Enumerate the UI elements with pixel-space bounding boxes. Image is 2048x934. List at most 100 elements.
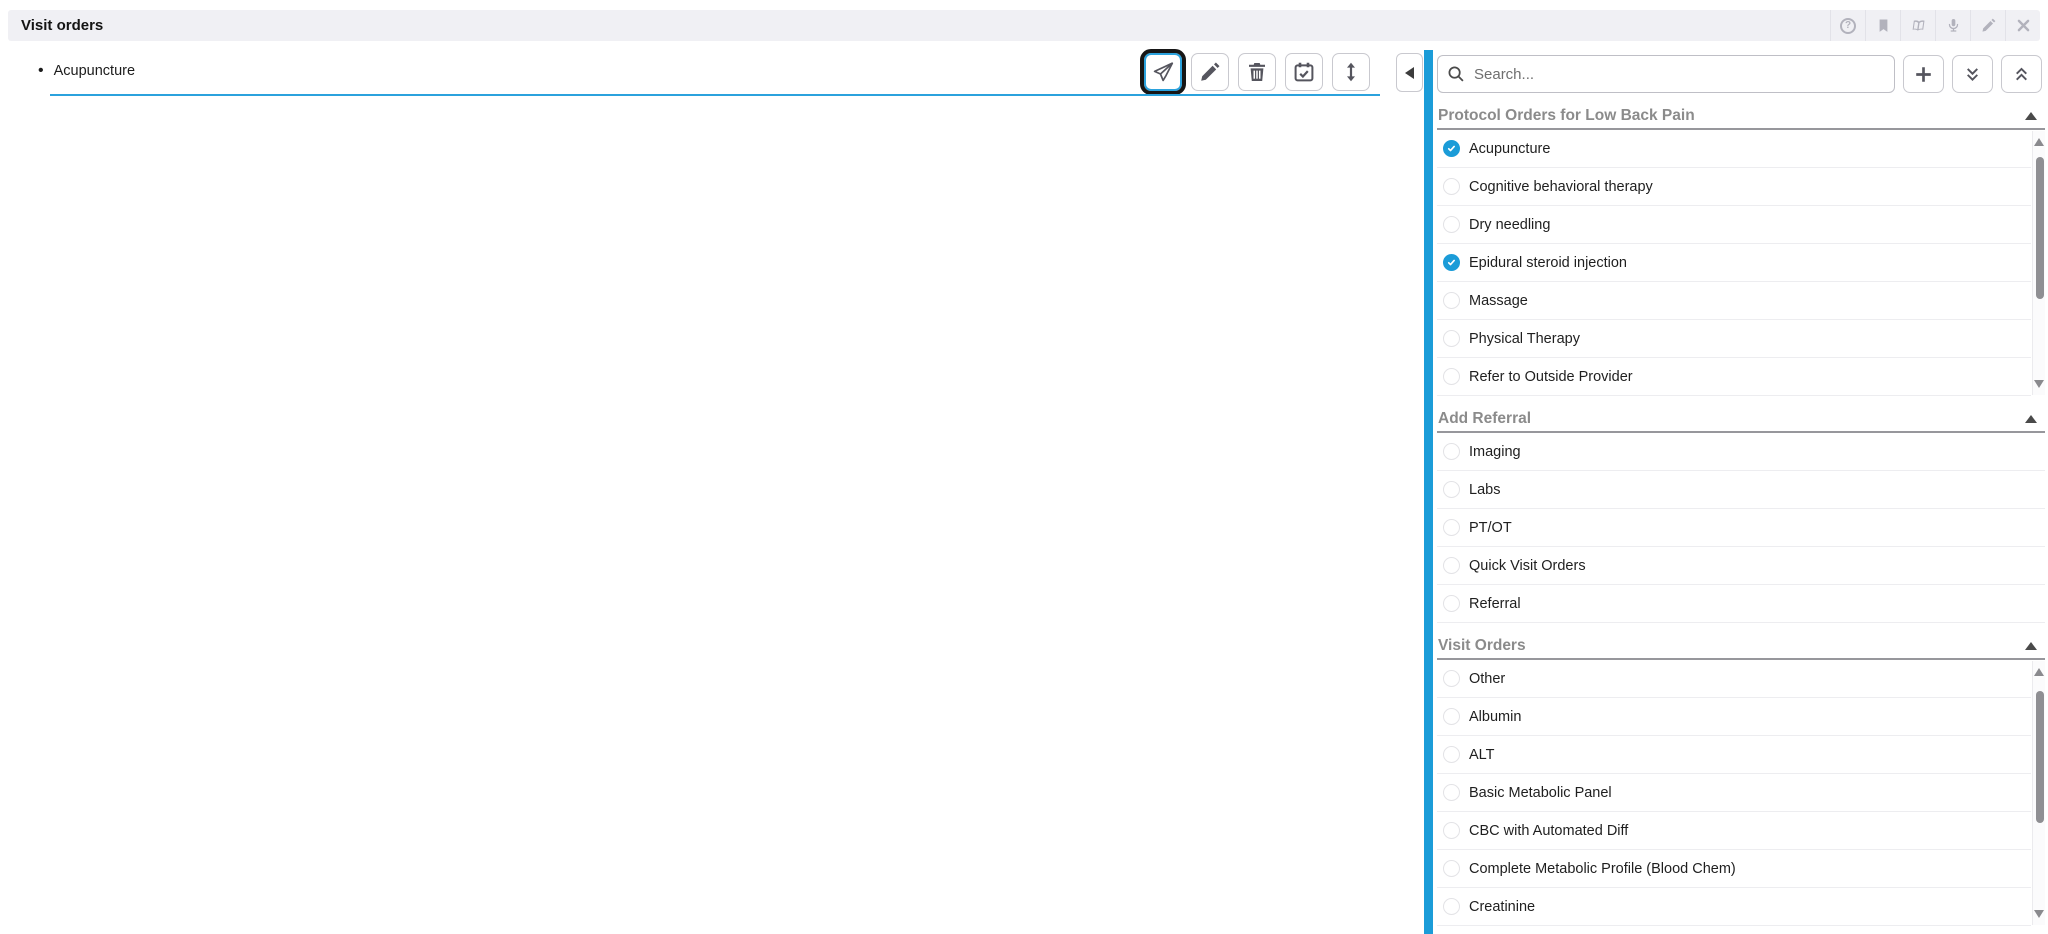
- checkbox-unchecked-icon[interactable]: [1443, 330, 1460, 347]
- bookmark-icon: [1875, 17, 1892, 34]
- checkbox-unchecked-icon[interactable]: [1443, 178, 1460, 195]
- delete-order-button[interactable]: [1238, 53, 1276, 91]
- list-item[interactable]: ALT: [1437, 736, 2031, 774]
- list-item[interactable]: Quick Visit Orders: [1437, 547, 2045, 585]
- journal-icon: [1908, 17, 1927, 34]
- list-item[interactable]: Epidural steroid injection: [1437, 244, 2031, 282]
- close-button[interactable]: [2005, 10, 2040, 41]
- panel-search-row: [1437, 55, 2042, 93]
- list-item[interactable]: Imaging: [1437, 433, 2045, 471]
- pencil-icon: [1980, 17, 1997, 34]
- section-body-add-referral: Imaging Labs PT/OT Quick Visit Orders Re…: [1437, 433, 2045, 623]
- page-title: Visit orders: [21, 17, 103, 34]
- checkbox-unchecked-icon[interactable]: [1443, 557, 1460, 574]
- list-item[interactable]: PT/OT: [1437, 509, 2045, 547]
- scroll-all-up-button[interactable]: [2001, 55, 2042, 93]
- search-icon: [1446, 64, 1466, 84]
- collapse-section-icon[interactable]: [2025, 112, 2037, 120]
- collapse-section-icon[interactable]: [2025, 415, 2037, 423]
- collapse-section-icon[interactable]: [2025, 642, 2037, 650]
- list-item[interactable]: Other: [1437, 660, 2031, 698]
- list-item[interactable]: Massage: [1437, 282, 2031, 320]
- microphone-icon: [1945, 17, 1962, 34]
- list-item[interactable]: Physical Therapy: [1437, 320, 2031, 358]
- visit-orders-window: Visit orders ? Acupuncture: [0, 0, 2048, 934]
- list-item[interactable]: Basic Metabolic Panel: [1437, 774, 2031, 812]
- scrollbar[interactable]: [2032, 661, 2045, 925]
- list-item[interactable]: Labs: [1437, 471, 2045, 509]
- up-down-arrow-icon: [1339, 60, 1363, 84]
- scroll-down-icon[interactable]: [2034, 380, 2044, 388]
- journal-button[interactable]: [1900, 10, 1935, 41]
- list-item[interactable]: Cognitive behavioral therapy: [1437, 168, 2031, 206]
- list-item[interactable]: CBC with Automated Diff: [1437, 812, 2031, 850]
- section-header-protocol-orders: Protocol Orders for Low Back Pain: [1437, 103, 2045, 128]
- search-field: [1437, 55, 1895, 93]
- scroll-up-icon[interactable]: [2034, 668, 2044, 676]
- schedule-order-button[interactable]: [1285, 53, 1323, 91]
- section-header-visit-orders: Visit Orders: [1437, 633, 2045, 658]
- checkbox-unchecked-icon[interactable]: [1443, 746, 1460, 763]
- add-order-button[interactable]: [1903, 55, 1944, 93]
- checkbox-unchecked-icon[interactable]: [1443, 898, 1460, 915]
- checkbox-unchecked-icon[interactable]: [1443, 860, 1460, 877]
- send-order-button[interactable]: [1144, 53, 1182, 91]
- checkbox-checked-icon[interactable]: [1443, 254, 1460, 271]
- edit-button[interactable]: [1970, 10, 2005, 41]
- send-icon: [1151, 60, 1175, 84]
- list-item[interactable]: Acupuncture: [1437, 130, 2031, 168]
- double-chevron-up-icon: [2010, 63, 2033, 86]
- checkbox-unchecked-icon[interactable]: [1443, 481, 1460, 498]
- order-label: Acupuncture: [54, 63, 135, 79]
- checkbox-checked-icon[interactable]: [1443, 140, 1460, 157]
- list-item[interactable]: Complete Metabolic Profile (Blood Chem): [1437, 850, 2031, 888]
- section-title: Protocol Orders for Low Back Pain: [1438, 107, 1695, 125]
- section-title: Visit Orders: [1438, 637, 1526, 655]
- left-arrow-icon: [1405, 67, 1414, 79]
- list-item[interactable]: Refer to Outside Provider: [1437, 358, 2031, 396]
- checkbox-unchecked-icon[interactable]: [1443, 292, 1460, 309]
- section-body-protocol-orders: Acupuncture Cognitive behavioral therapy…: [1437, 130, 2045, 396]
- order-row[interactable]: Acupuncture: [8, 53, 1388, 93]
- order-toolbar: [1144, 53, 1370, 91]
- checkbox-unchecked-icon[interactable]: [1443, 822, 1460, 839]
- list-item[interactable]: Albumin: [1437, 698, 2031, 736]
- checkbox-unchecked-icon[interactable]: [1443, 443, 1460, 460]
- scroll-up-icon[interactable]: [2034, 138, 2044, 146]
- help-button[interactable]: ?: [1830, 10, 1865, 41]
- list-item[interactable]: Creatinine: [1437, 888, 2031, 926]
- orders-panel: Protocol Orders for Low Back Pain Acupun…: [1437, 50, 2045, 926]
- list-item[interactable]: Dry needling: [1437, 206, 2031, 244]
- trash-icon: [1245, 60, 1269, 84]
- dictate-button[interactable]: [1935, 10, 1970, 41]
- scrollbar-thumb[interactable]: [2036, 691, 2044, 823]
- section-body-visit-orders: Other Albumin ALT Basic Metabolic Panel …: [1437, 660, 2045, 926]
- checkbox-unchecked-icon[interactable]: [1443, 216, 1460, 233]
- section-header-add-referral: Add Referral: [1437, 406, 2045, 431]
- help-icon: ?: [1840, 18, 1856, 34]
- scroll-all-down-button[interactable]: [1952, 55, 1993, 93]
- bookmark-button[interactable]: [1865, 10, 1900, 41]
- titlebar: Visit orders ?: [8, 10, 2040, 41]
- checkbox-unchecked-icon[interactable]: [1443, 368, 1460, 385]
- checkbox-unchecked-icon[interactable]: [1443, 784, 1460, 801]
- section-title: Add Referral: [1438, 410, 1531, 428]
- checkbox-unchecked-icon[interactable]: [1443, 595, 1460, 612]
- close-icon: [2015, 17, 2032, 34]
- reorder-order-button[interactable]: [1332, 53, 1370, 91]
- pencil-icon: [1198, 60, 1222, 84]
- plus-icon: [1912, 63, 1935, 86]
- titlebar-actions: ?: [1830, 10, 2040, 41]
- edit-order-button[interactable]: [1191, 53, 1229, 91]
- panel-divider-bar: [1424, 50, 1433, 934]
- scrollbar[interactable]: [2032, 131, 2045, 395]
- scrollbar-thumb[interactable]: [2036, 157, 2044, 299]
- order-bullet-item: Acupuncture: [38, 62, 135, 80]
- collapse-panel-button[interactable]: [1396, 53, 1423, 92]
- search-input[interactable]: [1437, 55, 1895, 93]
- checkbox-unchecked-icon[interactable]: [1443, 670, 1460, 687]
- checkbox-unchecked-icon[interactable]: [1443, 708, 1460, 725]
- scroll-down-icon[interactable]: [2034, 910, 2044, 918]
- list-item[interactable]: Referral: [1437, 585, 2045, 623]
- checkbox-unchecked-icon[interactable]: [1443, 519, 1460, 536]
